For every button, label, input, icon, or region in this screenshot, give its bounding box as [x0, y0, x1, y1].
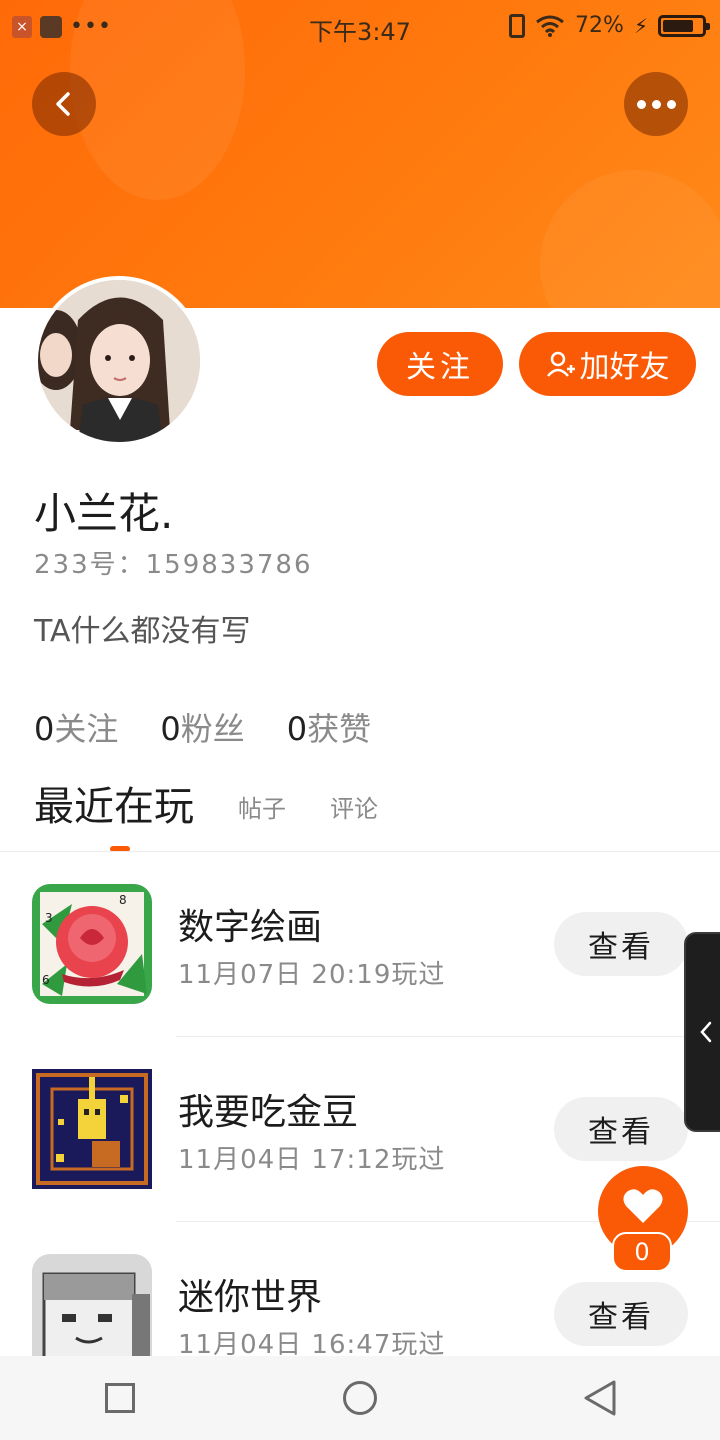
- heart-icon: [623, 1189, 663, 1223]
- system-back-button[interactable]: [560, 1368, 640, 1428]
- game-last-played: 11月04日 17:12玩过: [178, 1145, 446, 1175]
- mini-world-icon: [32, 1254, 152, 1356]
- wifi-icon: [536, 15, 564, 37]
- stat-following[interactable]: 0 关注: [34, 704, 118, 750]
- game-last-played: 11月04日 16:47玩过: [178, 1330, 446, 1356]
- triangle-back-icon: [584, 1380, 616, 1416]
- recent-apps-button[interactable]: [80, 1368, 160, 1428]
- circle-icon: [343, 1381, 377, 1415]
- add-user-icon: [546, 351, 575, 377]
- chevron-left-icon: [700, 1021, 712, 1043]
- more-options-button[interactable]: [624, 72, 688, 136]
- divider: [0, 851, 720, 852]
- game-name: 我要吃金豆: [178, 1092, 359, 1133]
- square-icon: [105, 1383, 135, 1413]
- stat-number: 0: [34, 710, 55, 748]
- stat-label: 获赞: [307, 710, 372, 748]
- view-button[interactable]: 查看: [554, 912, 688, 976]
- banner-decoration: [540, 170, 720, 308]
- system-nav-bar: [0, 1356, 720, 1440]
- user-id: 233号：159833786: [34, 550, 313, 580]
- charging-icon: ⚡: [633, 13, 648, 38]
- stat-number: 0: [160, 710, 181, 748]
- battery-icon: [658, 14, 710, 37]
- chevron-left-icon: [56, 92, 70, 116]
- nickname: 小兰花.: [34, 489, 174, 538]
- game-name: 迷你世界: [178, 1277, 323, 1318]
- add-friend-button[interactable]: 加好友: [519, 332, 696, 396]
- back-button[interactable]: [32, 72, 96, 136]
- stats-row: 0 关注 0 粉丝 0 获赞: [34, 704, 371, 750]
- svg-text:3: 3: [45, 911, 53, 925]
- stat-fans[interactable]: 0 粉丝: [160, 704, 244, 750]
- tab-comments[interactable]: 评论: [330, 789, 378, 838]
- home-button[interactable]: [320, 1368, 400, 1428]
- pixel-maze-icon: [32, 1069, 152, 1189]
- stat-label: 关注: [54, 710, 119, 748]
- avatar[interactable]: [34, 276, 204, 446]
- view-button[interactable]: 查看: [554, 1097, 688, 1161]
- battery-percent: 72%: [575, 13, 624, 38]
- like-count-badge: 0: [612, 1232, 672, 1272]
- svg-text:6: 6: [42, 973, 50, 987]
- tab-posts[interactable]: 帖子: [238, 789, 286, 838]
- side-drawer-handle[interactable]: [684, 932, 720, 1132]
- add-friend-label: 加好友: [579, 350, 670, 385]
- tab-recently-played[interactable]: 最近在玩: [34, 774, 194, 838]
- profile-tabs: 最近在玩 帖子 评论: [34, 778, 378, 838]
- avatar-photo: [38, 280, 200, 442]
- vibrate-icon: [509, 13, 526, 38]
- view-button[interactable]: 查看: [554, 1282, 688, 1346]
- list-item[interactable]: 3 8 6 数字绘画 11月07日 20:19玩过 查看: [0, 870, 720, 1055]
- rose-paint-icon: 3 8 6: [32, 884, 152, 1004]
- svg-text:8: 8: [119, 893, 127, 907]
- bio: TA什么都没有写: [34, 614, 251, 649]
- stat-likes[interactable]: 0 获赞: [287, 704, 371, 750]
- status-bar: × ••• 下午3:47 72% ⚡: [0, 0, 720, 56]
- game-name: 数字绘画: [178, 907, 323, 948]
- stat-number: 0: [286, 710, 308, 748]
- stat-label: 粉丝: [180, 710, 245, 748]
- game-last-played: 11月07日 20:19玩过: [178, 960, 446, 990]
- follow-button[interactable]: 关注: [377, 332, 503, 396]
- divider: [176, 1036, 720, 1037]
- more-icon: [636, 99, 676, 109]
